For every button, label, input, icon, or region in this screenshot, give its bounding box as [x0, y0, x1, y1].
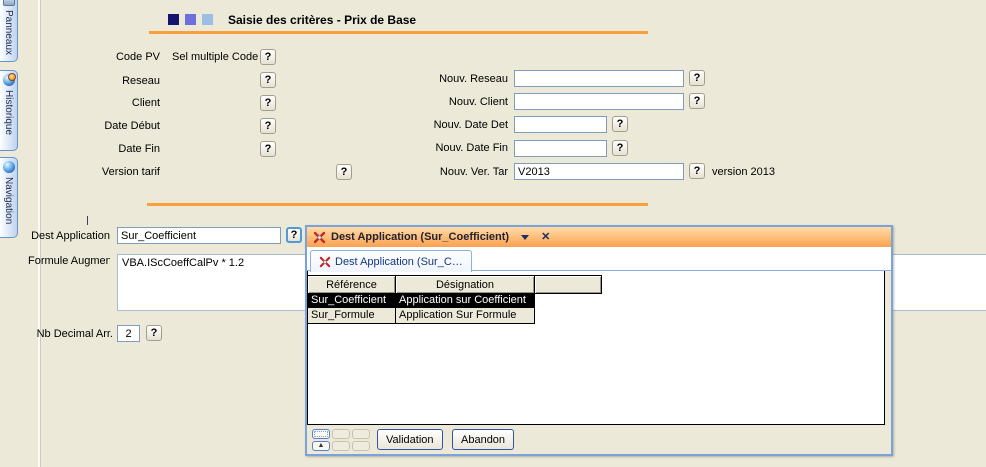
cell-designation[interactable]: Application sur Coefficient — [396, 293, 534, 307]
nouv-date-fin-input[interactable] — [514, 140, 607, 157]
red-cross-tool-icon — [313, 231, 326, 244]
table-header-reference[interactable]: Référence — [308, 276, 396, 293]
label-date-fin: Date Fin — [30, 143, 160, 155]
label-reseau: Reseau — [30, 75, 160, 87]
label-nouv-date-det: Nouv. Date Det — [370, 119, 508, 131]
version-note: version 2013 — [712, 166, 775, 178]
table-header-row: Référence Désignation — [307, 275, 602, 294]
sidebar-tab-label: Panneaux — [3, 10, 14, 55]
dialog-tabstrip: Dest Application (Sur_C… — [307, 247, 891, 271]
help-button-nouv-date-fin[interactable]: ? — [612, 140, 628, 156]
label-sel-multiple-code: Sel multiple Code — [172, 51, 258, 63]
nav-first-button[interactable] — [312, 429, 330, 439]
table-header-designation[interactable]: Désignation — [396, 276, 535, 293]
red-cross-tool-icon — [319, 256, 331, 268]
help-button-client[interactable]: ? — [260, 95, 276, 111]
label-dest-application: Dest Application — [28, 230, 110, 242]
label-nouv-client: Nouv. Client — [370, 96, 508, 108]
help-button-code-pv[interactable]: ? — [260, 49, 276, 65]
nb-decimal-input[interactable] — [117, 325, 140, 342]
nav-down-button[interactable] — [332, 441, 350, 451]
help-button-date-fin[interactable]: ? — [260, 141, 276, 157]
help-button-nouv-ver-tar[interactable]: ? — [689, 163, 705, 179]
help-button-date-debut[interactable]: ? — [260, 118, 276, 134]
dialog-button-bar: ▲ Validation Abandon — [307, 425, 891, 454]
sidebar-tab-navigation[interactable]: Navigation — [0, 157, 18, 238]
nav-prev-button[interactable] — [332, 429, 350, 439]
help-button-reseau[interactable]: ? — [260, 72, 276, 88]
cell-reference[interactable]: Sur_Formule — [308, 308, 396, 323]
sidebar-tab-panneaux[interactable]: Panneaux — [0, 0, 18, 62]
table-header-filler — [535, 276, 601, 293]
title-square-purple — [185, 14, 196, 25]
label-nb-decimal: Nb Decimal Arr. — [28, 328, 113, 340]
validation-button[interactable]: Validation — [377, 429, 443, 450]
dialog-tab-label: Dest Application (Sur_C… — [335, 256, 463, 268]
history-globe-icon — [3, 74, 15, 86]
label-version-tarif: Version tarif — [30, 166, 160, 178]
nav-next-button[interactable] — [352, 429, 370, 439]
table-body: Sur_Coefficient Application sur Coeffici… — [307, 293, 535, 324]
application-window: Panneaux Historique Navigation Saisie de… — [0, 0, 986, 467]
sidebar-tab-label: Navigation — [3, 177, 14, 224]
label-nouv-date-fin: Nouv. Date Fin — [370, 142, 508, 154]
title-square-dark — [168, 14, 179, 25]
help-button-nouv-client[interactable]: ? — [689, 93, 705, 109]
table-row[interactable]: Sur_Formule Application Sur Formule — [308, 308, 534, 323]
help-button-nouv-date-det[interactable]: ? — [612, 116, 628, 132]
help-button-version-tarif[interactable]: ? — [336, 164, 352, 180]
help-button-nb-decimal[interactable]: ? — [146, 325, 162, 341]
header-rule — [149, 31, 648, 34]
label-client: Client — [30, 97, 160, 109]
dialog-titlebar[interactable]: Dest Application (Sur_Coefficient) ✕ — [307, 227, 891, 247]
nav-last-button[interactable] — [352, 441, 370, 451]
sidebar-tab-historique[interactable]: Historique — [0, 70, 18, 151]
result-list-area: Référence Désignation Sur_Coefficient Ap… — [307, 271, 885, 425]
page-title: Saisie des critères - Prix de Base — [228, 13, 416, 27]
record-nav-buttons: ▲ — [312, 429, 370, 451]
dest-application-input[interactable] — [117, 227, 281, 244]
panel-icon — [3, 0, 15, 6]
label-code-pv: Code PV — [30, 51, 160, 63]
globe-icon — [3, 161, 15, 173]
nouv-ver-tar-input[interactable] — [514, 163, 684, 180]
label-date-debut: Date Début — [30, 120, 160, 132]
dialog-tab-dest-application[interactable]: Dest Application (Sur_C… — [310, 250, 472, 272]
nouv-date-det-input[interactable] — [514, 116, 607, 133]
dest-application-dialog: Dest Application (Sur_Coefficient) ✕ Des… — [305, 225, 893, 456]
dialog-content: Référence Désignation Sur_Coefficient Ap… — [307, 271, 891, 425]
section-rule — [147, 203, 648, 206]
label-formule-augmen: Formule Augmen — [28, 255, 110, 267]
label-nouv-reseau: Nouv. Reseau — [370, 73, 508, 85]
nouv-reseau-input[interactable] — [514, 70, 684, 87]
nouv-client-input[interactable] — [514, 93, 684, 110]
table-row[interactable]: Sur_Coefficient Application sur Coeffici… — [308, 293, 534, 308]
label-nouv-ver-tar: Nouv. Ver. Tar — [370, 166, 508, 178]
stray-cursor-mark — [87, 216, 88, 225]
sidebar-tab-label: Historique — [3, 90, 14, 135]
cell-designation[interactable]: Application Sur Formule — [396, 308, 534, 323]
dialog-close-icon[interactable]: ✕ — [541, 232, 550, 243]
cell-reference[interactable]: Sur_Coefficient — [308, 293, 396, 307]
help-button-dest-application[interactable]: ? — [286, 227, 302, 243]
help-button-nouv-reseau[interactable]: ? — [689, 70, 705, 86]
title-square-light — [202, 14, 213, 25]
nav-up-button[interactable]: ▲ — [312, 441, 330, 451]
abandon-button[interactable]: Abandon — [452, 429, 514, 450]
dialog-title: Dest Application (Sur_Coefficient) — [331, 231, 509, 243]
dialog-dropdown-icon[interactable] — [521, 232, 529, 243]
